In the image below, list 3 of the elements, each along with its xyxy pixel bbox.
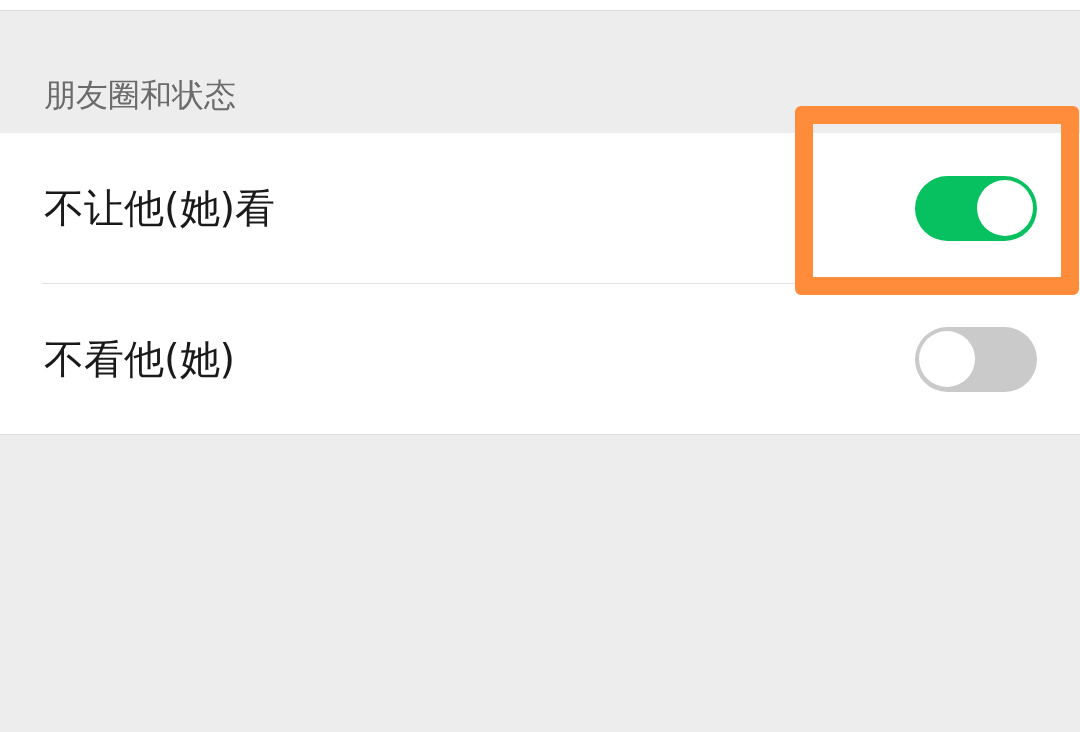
section-title: 朋友圈和状态 (44, 75, 236, 116)
setting-label: 不让他(她)看 (44, 184, 276, 233)
setting-label: 不看他(她) (44, 335, 236, 384)
